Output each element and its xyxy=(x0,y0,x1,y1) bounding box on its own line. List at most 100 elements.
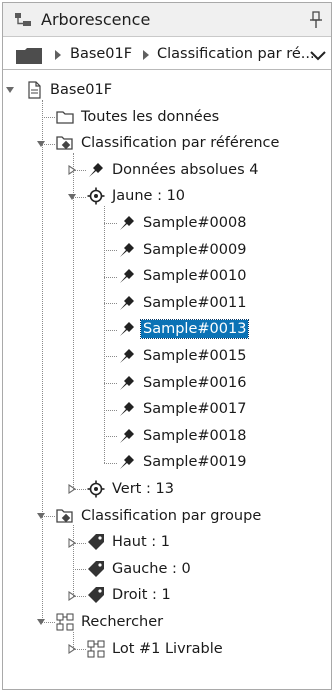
collapsed-arrow-icon[interactable] xyxy=(67,165,77,176)
tree-item[interactable]: Sample#0013 xyxy=(118,316,250,342)
folder-outline-icon xyxy=(56,108,74,126)
tree-view-icon xyxy=(15,13,31,26)
tree-item[interactable]: Vert : 13 xyxy=(87,476,176,502)
breadcrumb-item-base[interactable]: Base01F xyxy=(70,46,132,62)
tree-connector-line xyxy=(104,462,117,464)
tree-connector-line xyxy=(42,99,43,623)
tree-item-label: Sample#0008 xyxy=(143,215,247,231)
tree-item-label: Rechercher xyxy=(81,614,164,630)
tree-item[interactable]: Rechercher xyxy=(56,609,165,635)
breadcrumb-separator-icon[interactable] xyxy=(143,50,149,60)
target-icon xyxy=(87,480,105,498)
tree-connector-line xyxy=(42,116,55,118)
sample-tool-icon xyxy=(118,320,136,338)
tree-connector-line xyxy=(104,223,117,225)
tree-view: Base01F Toutes les données Classification … xyxy=(3,73,331,683)
expanded-arrow-icon[interactable] xyxy=(67,192,77,202)
tree-item[interactable]: Sample#0017 xyxy=(118,396,248,422)
collapsed-arrow-icon[interactable] xyxy=(67,643,77,654)
search-structure-icon xyxy=(56,613,74,631)
tag-icon xyxy=(87,533,105,551)
search-structure-icon xyxy=(87,640,105,658)
tree-item-label: Gauche : 0 xyxy=(112,560,191,577)
tree-item[interactable]: Sample#0016 xyxy=(118,370,248,396)
tree-item[interactable]: Sample#0018 xyxy=(118,423,248,449)
tree-item[interactable]: Base01F xyxy=(25,77,114,103)
tree-connector-line xyxy=(104,329,117,331)
tree-connector-line xyxy=(73,569,86,571)
tree-item-label: Base01F xyxy=(50,82,113,98)
target-icon xyxy=(87,187,105,205)
tree-connector-line xyxy=(73,152,74,490)
tree-item-label: Sample#0019 xyxy=(143,454,247,471)
tree-connector-line xyxy=(104,356,117,358)
sample-tool-icon xyxy=(118,374,136,392)
tree-item-label: Sample#0017 xyxy=(143,401,247,418)
tree-item[interactable]: Toutes les données xyxy=(56,104,221,130)
sample-tool-icon xyxy=(118,294,136,312)
tree-item[interactable]: Sample#0008 xyxy=(118,210,248,236)
panel-title: Arborescence xyxy=(41,10,151,29)
tree-item-label: Sample#0018 xyxy=(143,427,247,444)
collapsed-arrow-icon[interactable] xyxy=(67,537,77,548)
breadcrumb-separator-icon[interactable] xyxy=(55,50,61,60)
tree-connector-line xyxy=(104,303,117,305)
tree-item[interactable]: Sample#0011 xyxy=(118,290,248,316)
collapsed-arrow-icon[interactable] xyxy=(67,484,77,495)
tree-item[interactable]: Classification par groupe xyxy=(56,503,263,529)
breadcrumb: Base01F Classification par ré... xyxy=(3,40,331,70)
pin-icon[interactable] xyxy=(309,11,323,29)
tree-item-label: Droit : 1 xyxy=(112,587,171,604)
tree-item[interactable]: Classification par référence xyxy=(56,130,281,156)
sample-tool-icon xyxy=(118,267,136,285)
sample-tool-icon xyxy=(118,214,136,232)
panel-titlebar: Arborescence xyxy=(3,3,331,37)
document-icon xyxy=(25,81,43,99)
sample-tool-icon xyxy=(118,241,136,259)
classification-icon xyxy=(56,507,74,525)
expanded-arrow-icon[interactable] xyxy=(5,85,15,95)
tree-item[interactable]: Sample#0009 xyxy=(118,237,248,263)
tree-item-label: Sample#0010 xyxy=(143,268,247,285)
tree-item-label: Données absolues 4 xyxy=(112,161,259,178)
tree-item-label: Haut : 1 xyxy=(112,534,170,551)
tree-connector-line xyxy=(104,436,117,438)
tree-item[interactable]: Sample#0015 xyxy=(118,343,248,369)
tree-item-label: Sample#0013 xyxy=(139,319,250,340)
tree-connector-line xyxy=(104,206,105,463)
tree-item[interactable]: Gauche : 0 xyxy=(87,556,193,582)
tree-item[interactable]: Haut : 1 xyxy=(87,529,172,555)
breadcrumb-item-classification[interactable]: Classification par ré... xyxy=(157,46,315,62)
tree-item-label: Sample#0009 xyxy=(143,241,247,258)
tree-item-label: Sample#0015 xyxy=(143,348,247,364)
tree-item-label: Vert : 13 xyxy=(112,481,174,497)
tree-item[interactable]: Jaune : 10 xyxy=(87,183,187,209)
tree-item[interactable]: Droit : 1 xyxy=(87,582,173,608)
chevron-down-icon[interactable] xyxy=(309,48,327,62)
tree-item-label: Jaune : 10 xyxy=(112,188,186,205)
tree-panel: Arborescence Base01F Classification par … xyxy=(2,2,332,690)
sample-tool-icon xyxy=(118,400,136,418)
tree-connector-line xyxy=(104,409,117,411)
tree-connector-line xyxy=(104,249,117,251)
tree-item[interactable]: Données absolues 4 xyxy=(87,157,260,183)
tree-connector-line xyxy=(73,525,74,596)
tree-connector-line xyxy=(104,276,117,278)
tree-item-label: Classification par référence xyxy=(81,135,280,152)
sample-tool-icon xyxy=(118,453,136,471)
tree-item-label: Sample#0011 xyxy=(143,294,247,311)
tree-item[interactable]: Lot #1 Livrable xyxy=(87,636,225,662)
tree-item-label: Classification par groupe xyxy=(81,507,262,524)
folder-icon[interactable] xyxy=(16,48,42,64)
tree-item[interactable]: Sample#0010 xyxy=(118,263,248,289)
tree-item-label: Sample#0016 xyxy=(143,374,247,391)
expanded-arrow-icon[interactable] xyxy=(36,139,46,149)
collapsed-arrow-icon[interactable] xyxy=(67,590,77,601)
expanded-arrow-icon[interactable] xyxy=(36,617,46,627)
tree-item-label: Toutes les données xyxy=(81,108,220,125)
classification-icon xyxy=(56,134,74,152)
tree-item[interactable]: Sample#0019 xyxy=(118,449,248,475)
tag-icon xyxy=(87,586,105,604)
expanded-arrow-icon[interactable] xyxy=(36,511,46,521)
tag-icon xyxy=(87,560,105,578)
